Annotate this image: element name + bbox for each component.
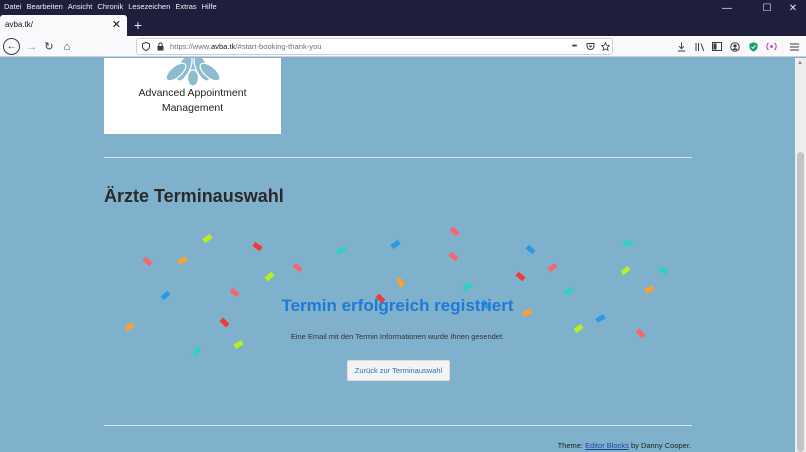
forward-button[interactable]: → bbox=[23, 36, 41, 57]
confetti-piece bbox=[396, 277, 405, 288]
library-icon[interactable] bbox=[693, 36, 707, 57]
confetti-piece bbox=[515, 271, 526, 282]
account-icon[interactable] bbox=[728, 36, 742, 57]
extension-icon[interactable] bbox=[764, 36, 778, 57]
confetti-piece bbox=[336, 246, 347, 255]
footer-theme-link[interactable]: Editor Blocks bbox=[585, 441, 629, 450]
confetti-piece bbox=[142, 256, 153, 267]
confetti-piece bbox=[191, 346, 202, 357]
page-title: Ärzte Terminauswahl bbox=[104, 186, 284, 206]
success-message: Eine Email mit den Termin Informationen … bbox=[290, 332, 505, 341]
confetti-piece bbox=[448, 251, 459, 262]
shield-extension-icon[interactable] bbox=[746, 36, 760, 57]
scrollbar-thumb[interactable] bbox=[797, 152, 804, 452]
divider-top bbox=[104, 157, 692, 158]
tab-active[interactable]: avba.tk/ ✕ bbox=[0, 15, 127, 36]
confetti-piece bbox=[462, 282, 473, 291]
tab-title: avba.tk/ bbox=[5, 20, 34, 29]
confetti-piece bbox=[264, 271, 275, 282]
scroll-up-icon[interactable]: ▲ bbox=[797, 60, 803, 66]
reload-button[interactable]: ↻ bbox=[40, 36, 58, 57]
lock-icon[interactable] bbox=[154, 39, 166, 54]
confetti-piece bbox=[547, 262, 558, 273]
menu-hilfe[interactable]: Hilfe bbox=[202, 0, 217, 13]
back-to-booking-button[interactable]: Zurück zur Terminauswahl bbox=[347, 360, 450, 381]
vertical-scrollbar[interactable]: ▲ bbox=[795, 58, 806, 452]
logo-text-line2: Management bbox=[161, 102, 224, 114]
menu-lesezeichen[interactable]: Lesezeichen bbox=[128, 0, 170, 13]
menu-ansicht[interactable]: Ansicht bbox=[68, 0, 93, 13]
minimize-button[interactable]: — bbox=[712, 0, 742, 16]
confetti-piece bbox=[202, 233, 213, 244]
bookmark-star-icon[interactable] bbox=[599, 39, 611, 54]
success-title: Termin erfolgreich registriert bbox=[281, 296, 514, 315]
lotus-logo-icon bbox=[165, 58, 221, 87]
confetti-piece bbox=[563, 287, 574, 296]
divider-bottom bbox=[104, 425, 692, 426]
confetti-piece bbox=[177, 256, 188, 265]
confetti-piece bbox=[658, 266, 669, 275]
navigation-bar: ← → ↻ ⌂ https://www.avba.tk/#start-booki… bbox=[0, 36, 806, 57]
footer-credit: Theme: Editor Blocks by Danny Cooper. bbox=[558, 441, 691, 450]
page-content: Advanced Appointment Management Ärzte Te… bbox=[0, 58, 795, 452]
site-logo[interactable]: Advanced Appointment Management bbox=[104, 58, 281, 134]
menu-bearbeiten[interactable]: Bearbeiten bbox=[27, 0, 63, 13]
confetti-piece bbox=[219, 317, 230, 328]
back-button[interactable]: ← bbox=[3, 38, 20, 55]
new-tab-button[interactable]: + bbox=[131, 17, 145, 33]
footer-prefix: Theme: bbox=[557, 441, 586, 450]
confetti-piece bbox=[390, 239, 401, 250]
menu-bar: Datei Bearbeiten Ansicht Chronik Lesezei… bbox=[0, 0, 218, 13]
confetti-piece bbox=[622, 240, 633, 247]
menu-extras[interactable]: Extras bbox=[175, 0, 196, 13]
sidebar-icon[interactable] bbox=[710, 36, 724, 57]
logo-text-line1: Advanced Appointment bbox=[138, 87, 247, 99]
url-text[interactable]: https://www.avba.tk/#start-booking-thank… bbox=[170, 42, 322, 51]
page-actions-icon[interactable]: ••• bbox=[567, 39, 581, 54]
menu-chronik[interactable]: Chronik bbox=[97, 0, 123, 13]
confetti-piece bbox=[620, 265, 631, 276]
pocket-icon[interactable] bbox=[584, 39, 596, 54]
url-bar[interactable]: https://www.avba.tk/#start-booking-thank… bbox=[136, 38, 613, 55]
confetti-piece bbox=[233, 340, 244, 349]
confetti-piece bbox=[449, 226, 460, 237]
footer-suffix: by Danny Cooper. bbox=[628, 441, 691, 450]
confetti-piece bbox=[525, 244, 536, 255]
close-window-button[interactable]: ✕ bbox=[778, 0, 806, 16]
confetti-piece bbox=[292, 262, 303, 273]
confetti-piece bbox=[644, 285, 655, 294]
title-bar: Datei Bearbeiten Ansicht Chronik Lesezei… bbox=[0, 0, 806, 36]
home-button[interactable]: ⌂ bbox=[58, 36, 76, 57]
tab-close-icon[interactable]: ✕ bbox=[112, 18, 121, 31]
menu-icon[interactable] bbox=[787, 36, 801, 57]
download-icon[interactable] bbox=[674, 36, 688, 57]
confetti-piece bbox=[252, 241, 263, 252]
confetti-piece bbox=[124, 322, 135, 331]
tracking-shield-icon[interactable] bbox=[140, 39, 152, 54]
menu-datei[interactable]: Datei bbox=[4, 0, 22, 13]
